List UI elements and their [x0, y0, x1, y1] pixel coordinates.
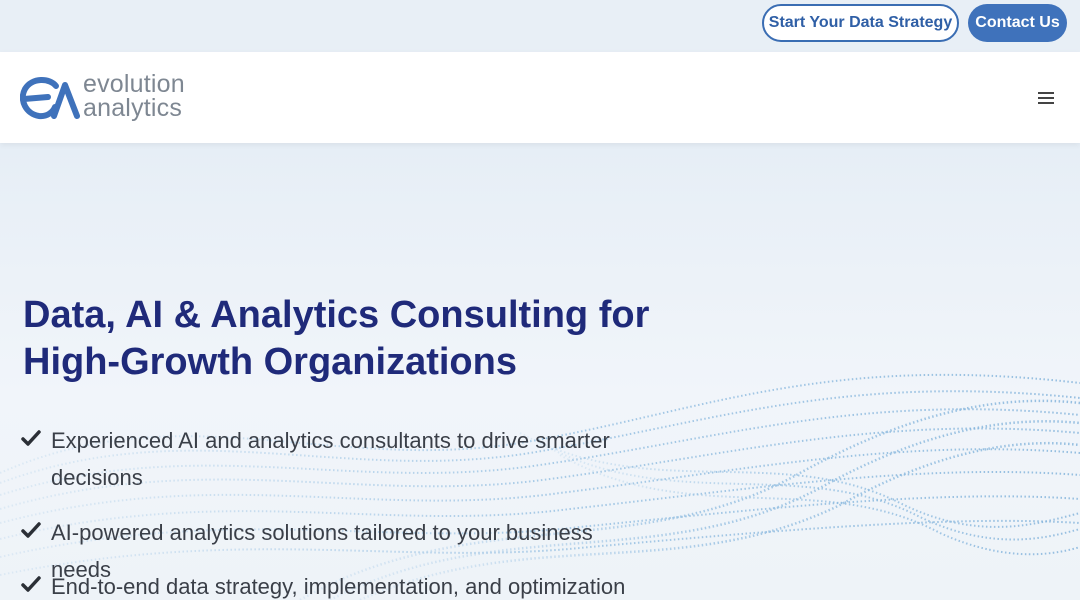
hamburger-menu-icon[interactable]: [1035, 88, 1057, 108]
bullet-text: End-to-end data strategy, implementation…: [51, 574, 626, 599]
check-icon: [21, 430, 41, 446]
start-data-strategy-button[interactable]: Start Your Data Strategy: [762, 4, 959, 42]
logo-line-2: analytics: [83, 94, 183, 122]
hero-heading: Data, AI & Analytics Consulting for High…: [23, 292, 723, 386]
list-item: End-to-end data strategy, implementation…: [21, 568, 641, 600]
check-icon: [21, 522, 41, 538]
hero-section: Data, AI & Analytics Consulting for High…: [0, 143, 1080, 600]
top-utility-bar: Start Your Data Strategy Contact Us: [0, 0, 1080, 52]
check-icon: [21, 576, 41, 592]
hero-heading-line-2: High-Growth Organizations: [23, 341, 517, 383]
logo-line-1: evolution: [83, 70, 185, 98]
hero-heading-line-1: Data, AI & Analytics Consulting for: [23, 294, 650, 336]
logo-wordmark: evolution analytics: [83, 70, 185, 122]
site-header: evolution analytics: [0, 52, 1080, 143]
ea-logo-mark-icon: [20, 77, 80, 120]
hero-benefits-list: Experienced AI and analytics consultants…: [21, 422, 641, 600]
contact-us-button[interactable]: Contact Us: [968, 4, 1067, 42]
list-item: Experienced AI and analytics consultants…: [21, 422, 641, 514]
list-item: AI-powered analytics solutions tailored …: [21, 514, 641, 582]
bullet-text: Experienced AI and analytics consultants…: [51, 428, 610, 490]
company-logo[interactable]: evolution analytics: [20, 70, 195, 126]
